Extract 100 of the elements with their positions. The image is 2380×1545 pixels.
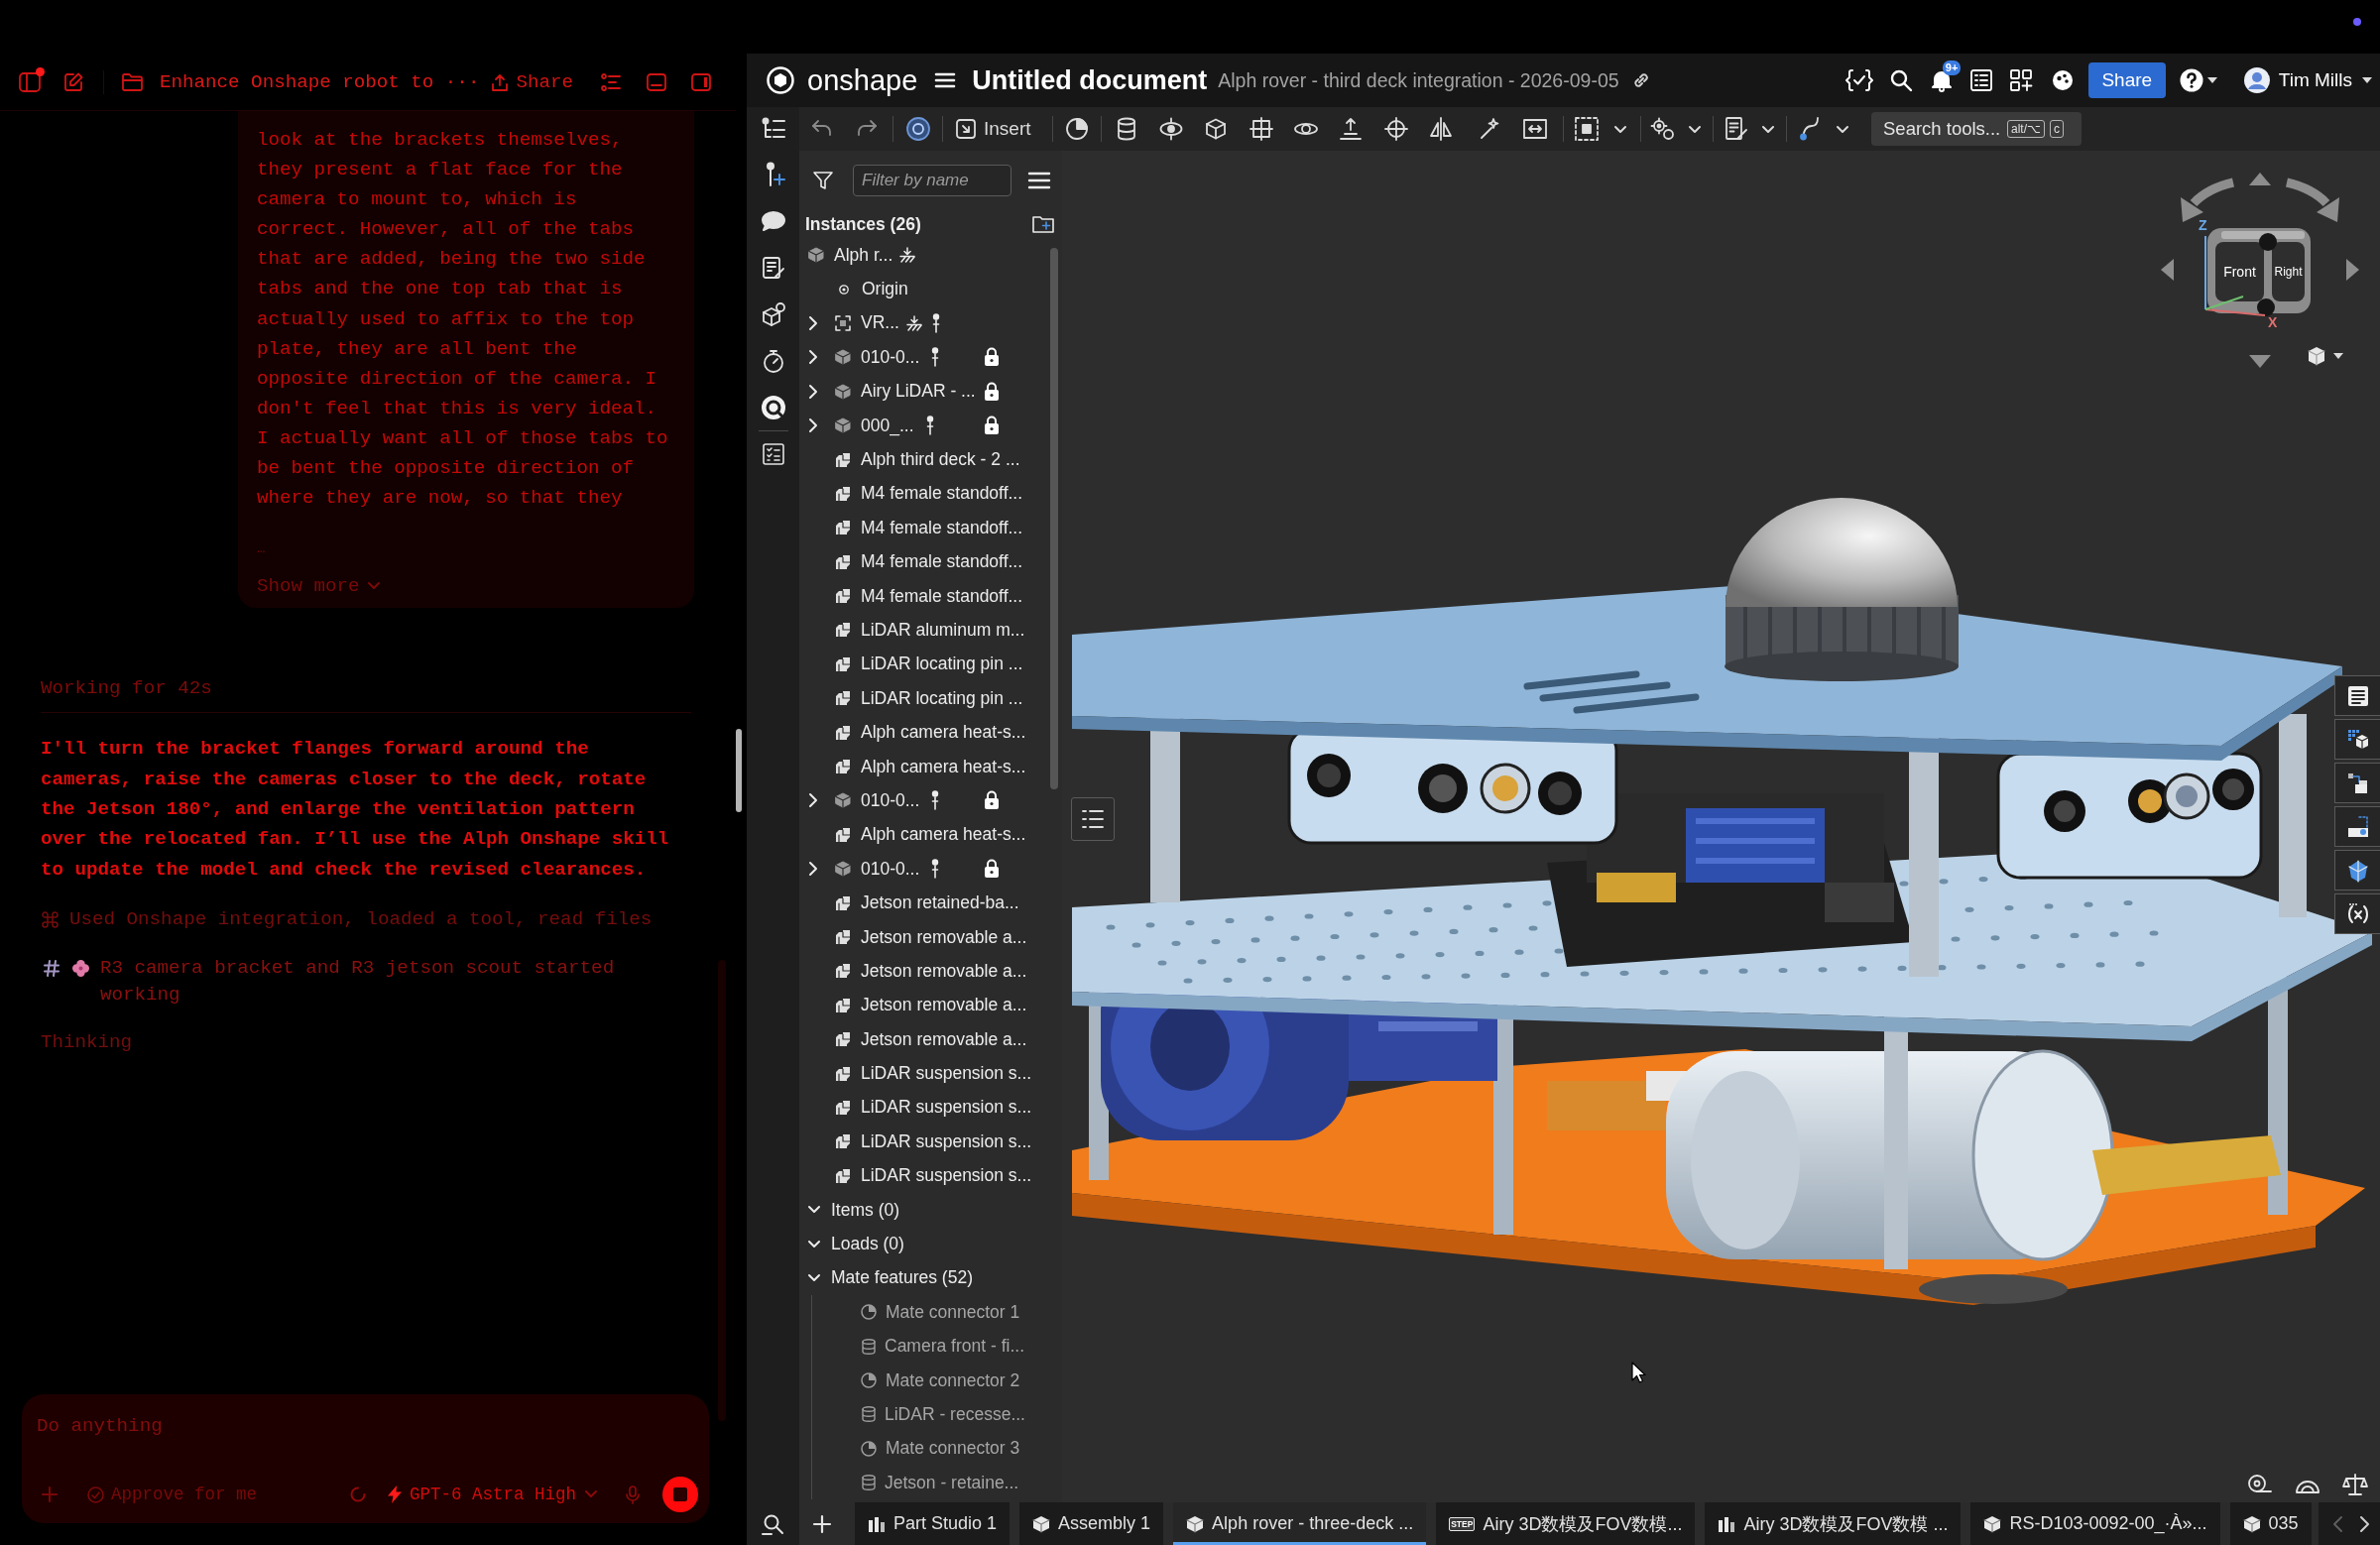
tree-item[interactable]: Jetson removable a...	[799, 1022, 1062, 1057]
magnifier-icon[interactable]	[761, 396, 785, 419]
circles-icon[interactable]	[1651, 117, 1675, 141]
tree-group[interactable]: Loads (0)	[799, 1227, 1062, 1261]
tree-item[interactable]: Alph camera heat-s...	[799, 749, 1062, 784]
arrow-right-icon[interactable]	[2346, 259, 2359, 281]
document-tab[interactable]: Airy 3D数模及FOV数模 ...	[1705, 1502, 1962, 1545]
caret-down-icon[interactable]	[808, 1206, 820, 1215]
caret-icon[interactable]	[2362, 77, 2372, 83]
notes-icon[interactable]	[761, 256, 785, 280]
filter-icon[interactable]	[813, 171, 833, 190]
crosshair-icon[interactable]	[1384, 117, 1408, 141]
list-icon[interactable]	[1028, 172, 1050, 189]
tree-group[interactable]: Items (0)	[799, 1192, 1062, 1228]
checklist-icon[interactable]	[761, 442, 785, 466]
tree-item[interactable]: LiDAR aluminum m...	[799, 613, 1062, 648]
tree-item[interactable]: LiDAR suspension s...	[799, 1090, 1062, 1126]
stopwatch-icon[interactable]	[761, 349, 785, 373]
document-tab[interactable]: 035	[2229, 1502, 2312, 1545]
tree-item[interactable]: LiDAR suspension s...	[799, 1125, 1062, 1159]
panel-button[interactable]	[2334, 719, 2380, 760]
caret-right-icon[interactable]	[808, 384, 818, 399]
tree-item[interactable]: LiDAR suspension s...	[799, 1158, 1062, 1193]
search-tray-icon[interactable]	[761, 1512, 785, 1535]
tree-item[interactable]: 010-0...	[799, 340, 1062, 375]
tree-item[interactable]: 010-0...	[799, 852, 1062, 887]
document-tab[interactable]: Alph rover - three-deck ...	[1173, 1502, 1427, 1545]
pie-icon[interactable]	[1065, 117, 1089, 141]
caret-down-icon[interactable]	[1614, 125, 1626, 133]
eye-ring-icon[interactable]	[1159, 117, 1183, 141]
tree-item[interactable]: Mate connector 2	[812, 1363, 1062, 1398]
panel-button[interactable]	[2334, 806, 2380, 847]
caret-right-icon[interactable]	[808, 418, 818, 433]
tree-item[interactable]: Alph third deck - 2 ...	[799, 442, 1062, 477]
rotate-right-icon[interactable]	[2285, 178, 2339, 222]
tree-item[interactable]: LiDAR suspension s...	[799, 1056, 1062, 1091]
menu-icon[interactable]	[935, 72, 956, 88]
share-button[interactable]: Share	[491, 70, 573, 93]
tape-measure-icon[interactable]	[2248, 1474, 2272, 1493]
caret-right-icon[interactable]	[808, 862, 818, 877]
tree-item[interactable]: Camera front - fi...	[812, 1329, 1062, 1364]
tree-item[interactable]: VR...	[799, 305, 1062, 341]
tree-item[interactable]: M4 female standoff...	[799, 578, 1062, 614]
bell-icon[interactable]	[1930, 69, 1953, 91]
document-icon[interactable]	[1725, 117, 1748, 141]
caret-down-icon[interactable]	[1762, 125, 1774, 133]
user-name[interactable]: Tim Mills	[2278, 69, 2352, 91]
tree-item[interactable]: Alph camera heat-s...	[799, 715, 1062, 750]
caret-right-icon[interactable]	[808, 350, 818, 365]
caret-right-icon[interactable]	[808, 793, 818, 808]
tree-item[interactable]: LiDAR locating pin ...	[799, 647, 1062, 682]
avatar-icon[interactable]	[2243, 67, 2270, 93]
rotate-left-icon[interactable]	[2181, 178, 2235, 222]
panel-button[interactable]	[2334, 850, 2380, 891]
tree-item[interactable]: Jetson - retaine...	[812, 1466, 1062, 1500]
document-tab[interactable]: STEP Airy 3D数模及FOV数模...	[1436, 1502, 1696, 1545]
tree-item[interactable]: Origin	[799, 272, 1062, 306]
chevron-right-icon[interactable]	[2360, 1515, 2370, 1532]
arrow-up-icon[interactable]	[2249, 173, 2271, 185]
chevron-left-icon[interactable]	[2332, 1515, 2342, 1532]
caret-down-icon[interactable]	[1689, 125, 1701, 133]
panel-button[interactable]	[2334, 675, 2380, 716]
cube-icon[interactable]	[2308, 346, 2325, 366]
help-icon[interactable]	[2179, 68, 2203, 92]
scrollbar-thumb[interactable]	[1050, 248, 1058, 789]
tree-item[interactable]: Jetson removable a...	[799, 988, 1062, 1022]
panel-button[interactable]	[2334, 763, 2380, 803]
selection-box-icon[interactable]	[1575, 117, 1599, 141]
tree-item[interactable]: Jetson removable a...	[799, 954, 1062, 989]
tree-item[interactable]: 010-0...	[799, 783, 1062, 818]
bottom-panel-icon[interactable]	[647, 72, 666, 91]
edit-icon[interactable]	[63, 71, 83, 92]
view-cube[interactable]	[2207, 228, 2311, 316]
arrow-left-icon[interactable]	[2161, 259, 2174, 281]
side-panel-icon[interactable]	[691, 72, 711, 91]
caret-down-icon[interactable]	[1837, 125, 1848, 133]
search-icon[interactable]	[1889, 69, 1912, 91]
panel-button[interactable]	[2334, 893, 2380, 934]
stack-arrow-icon[interactable]	[1339, 117, 1363, 141]
tree-group[interactable]: Mate features (52)	[799, 1260, 1062, 1296]
tree-list-icon[interactable]	[761, 117, 785, 141]
tree-item[interactable]: Jetson removable a...	[799, 919, 1062, 955]
comment-icon[interactable]	[761, 209, 785, 233]
tree-item[interactable]: LiDAR locating pin ...	[799, 681, 1062, 716]
tree-item[interactable]: 000_...	[799, 408, 1062, 443]
tree-item[interactable]: Airy LiDAR - ...	[799, 374, 1062, 409]
folder-icon[interactable]	[122, 72, 143, 91]
caret-down-icon[interactable]	[808, 1273, 820, 1282]
cube-circle-icon[interactable]	[761, 302, 785, 326]
tree-item[interactable]: LiDAR - recesse...	[812, 1397, 1062, 1432]
palette-icon[interactable]	[2051, 69, 2074, 91]
braces-check-icon[interactable]	[1844, 69, 1873, 91]
tree-item[interactable]: Mate connector 1	[812, 1295, 1062, 1330]
caret-right-icon[interactable]	[808, 315, 818, 330]
cube-icon[interactable]	[1204, 117, 1228, 141]
cylinder-icon[interactable]	[1115, 117, 1138, 141]
tree-item[interactable]: M4 female standoff...	[799, 511, 1062, 545]
tree-item[interactable]: Mate connector 3	[812, 1431, 1062, 1467]
arrow-down-icon[interactable]	[2249, 355, 2271, 368]
tree-item[interactable]: Jetson retained-ba...	[799, 886, 1062, 920]
